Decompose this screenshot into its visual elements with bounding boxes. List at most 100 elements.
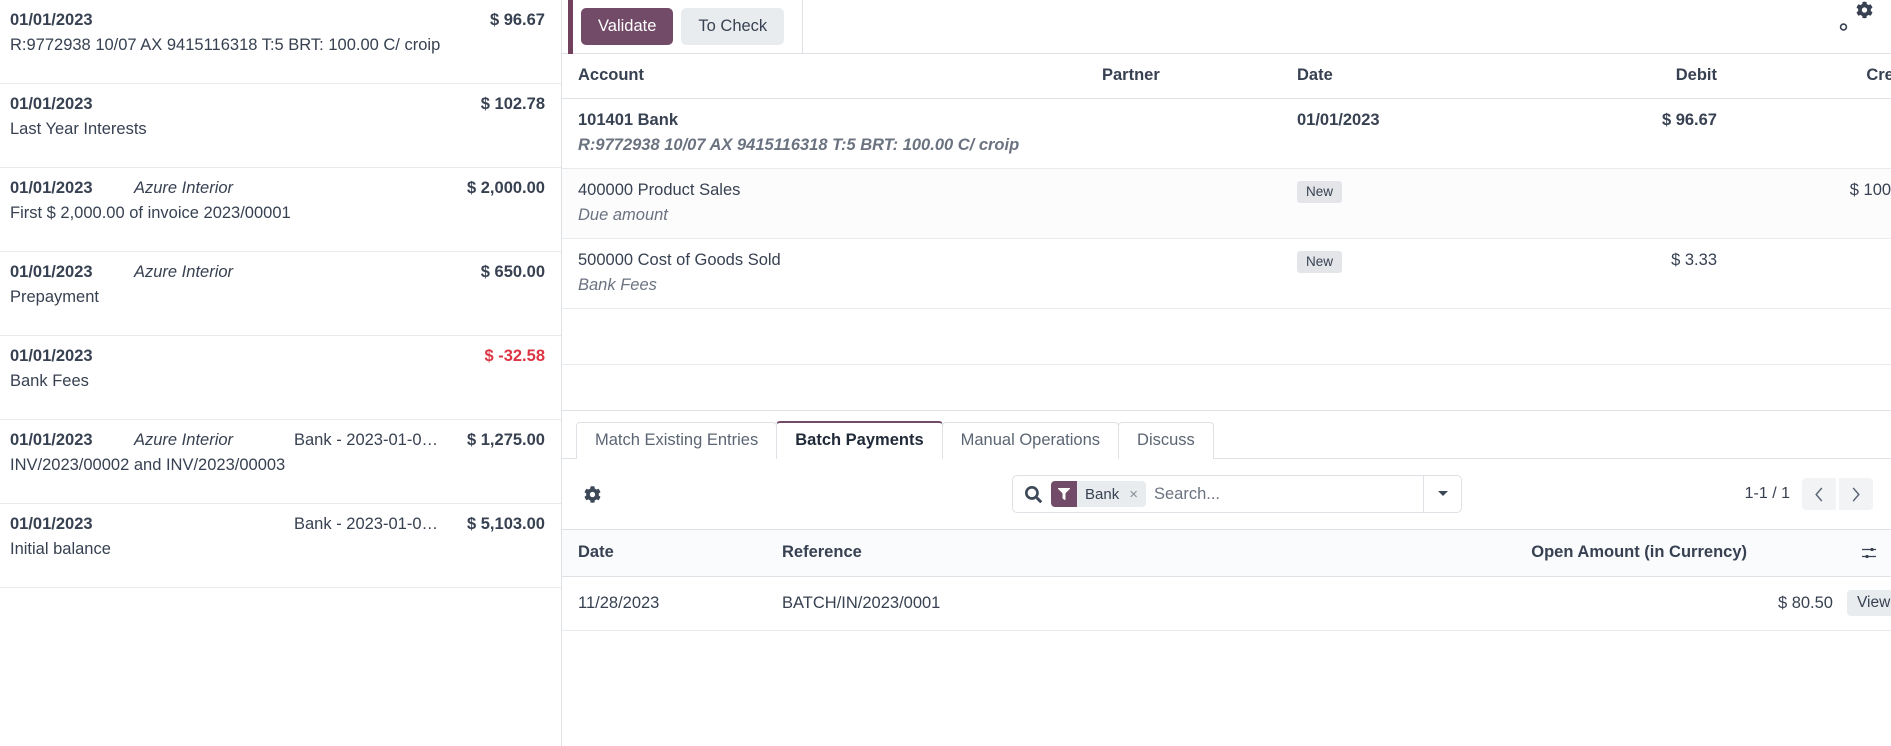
statement-line-partner: Azure Interior <box>134 179 234 197</box>
tab-batch-payments[interactable]: Batch Payments <box>776 421 943 459</box>
gear-icon[interactable] <box>1835 1 1873 35</box>
reconciliation-screen: 01/01/2023 $ 96.67 R:9772938 10/07 AX 9415… <box>0 0 1891 746</box>
journal-table-empty-space <box>562 309 1891 365</box>
statement-line-amount: $ -32.58 <box>484 347 545 365</box>
pager-count: 1-1 / 1 <box>1744 485 1790 502</box>
batch-payment-row[interactable]: 11/28/2023 BATCH/IN/2023/0001 $ 80.50 View <box>562 576 1891 631</box>
header-partner: Partner <box>1102 54 1297 99</box>
statement-line-amount: $ 5,103.00 <box>467 515 545 533</box>
statement-line-date: 01/01/2023 <box>10 263 93 281</box>
statement-line[interactable]: 01/01/2023 Azure Interior $ 650.00 Prepayme… <box>0 252 561 336</box>
journal-entry-account[interactable]: 400000 Product Sales Due amount <box>562 168 1102 239</box>
close-icon[interactable]: × <box>1127 481 1146 507</box>
journal-entry-partner[interactable] <box>1102 168 1297 239</box>
view-button[interactable]: View <box>1847 590 1891 616</box>
column-options-icon[interactable] <box>1847 529 1891 577</box>
tab-discuss[interactable]: Discuss <box>1118 422 1214 459</box>
status-badge: New <box>1297 251 1343 274</box>
tab-match-existing-entries[interactable]: Match Existing Entries <box>576 422 778 459</box>
reconciliation-toolbar: Validate To Check <box>562 0 1891 54</box>
statement-line[interactable]: 01/01/2023 Bank - 2023-01-0… $ 5,103.00 Ini… <box>0 504 561 588</box>
journal-entry-date-cell[interactable]: New <box>1297 238 1517 309</box>
batch-date: 11/28/2023 <box>562 576 782 631</box>
journal-entry-account[interactable]: 101401 Bank R:9772938 10/07 AX 9415116318… <box>562 98 1102 169</box>
statement-line-label: INV/2023/00002 and INV/2023/00003 <box>10 456 286 474</box>
journal-entry-row[interactable]: 400000 Product Sales Due amount New $ 100.0… <box>562 168 1891 239</box>
journal-entry-partner[interactable] <box>1102 238 1297 309</box>
batch-search-row: Bank × 1-1 / 1 <box>562 459 1891 529</box>
search-facet-bank[interactable]: Bank × <box>1051 481 1146 507</box>
statement-line-date: 01/01/2023 <box>10 431 93 449</box>
search-input[interactable] <box>1153 476 1423 512</box>
statement-line-date: 01/01/2023 <box>10 11 93 29</box>
batch-view-cell[interactable]: View <box>1847 576 1891 631</box>
journal-entry-debit[interactable]: $ 3.33 <box>1517 238 1717 309</box>
statement-line-amount: $ 2,000.00 <box>467 179 545 197</box>
journal-entry-date-cell[interactable]: New <box>1297 168 1517 239</box>
statement-line-list: 01/01/2023 $ 96.67 R:9772938 10/07 AX 9415… <box>0 0 561 588</box>
statement-line-journal: Bank - 2023-01-0… <box>294 515 438 533</box>
journal-table-empty-space-2 <box>562 365 1891 411</box>
statement-line-label: R:9772938 10/07 AX 9415116318 T:5 BRT: 1… <box>10 36 441 54</box>
statement-list-filler <box>0 588 561 746</box>
statement-line[interactable]: 01/01/2023 Azure Interior $ 2,000.00 First … <box>0 168 561 252</box>
active-line-indicator <box>568 0 573 54</box>
statement-line-date: 01/01/2023 <box>10 515 93 533</box>
to-check-button[interactable]: To Check <box>681 8 785 45</box>
journal-entry-table: Account Partner Date Debit Credit 101401… <box>562 54 1891 309</box>
batch-table-header-row: Date Reference Open Amount (in Currency) <box>562 529 1891 577</box>
journal-entry-row[interactable]: 101401 Bank R:9772938 10/07 AX 9415116318… <box>562 98 1891 169</box>
toolbar-divider <box>802 0 804 54</box>
pager: 1-1 / 1 <box>1745 478 1873 510</box>
journal-entry-date: 01/01/2023 <box>1297 111 1380 129</box>
batch-open-amount: $ 80.50 <box>1482 576 1847 631</box>
statement-line-label: Initial balance <box>10 540 111 558</box>
chevron-left-icon[interactable] <box>1802 478 1836 510</box>
statement-line-label: First $ 2,000.00 of invoice 2023/00001 <box>10 204 291 222</box>
tab-manual-operations[interactable]: Manual Operations <box>941 422 1120 459</box>
journal-entry-label: R:9772938 10/07 AX 9415116318 T:5 BRT: 1… <box>578 136 1020 154</box>
statement-line-amount: $ 96.67 <box>489 11 545 29</box>
journal-entry-partner[interactable] <box>1102 98 1297 169</box>
search-facet-label: Bank <box>1077 481 1128 507</box>
header-batch-date: Date <box>562 529 782 577</box>
chevron-right-icon[interactable] <box>1839 478 1873 510</box>
statement-line[interactable]: 01/01/2023 Azure Interior Bank - 2023-01-0… <box>0 420 561 504</box>
statement-line-partner: Azure Interior <box>134 263 234 281</box>
journal-entry-debit[interactable]: $ 96.67 <box>1517 98 1717 169</box>
journal-entry-credit[interactable]: $ 100.00 <box>1717 168 1891 239</box>
journal-entry-credit[interactable] <box>1717 98 1891 169</box>
search-icon <box>1013 485 1051 503</box>
chevron-down-icon[interactable] <box>1423 476 1461 512</box>
journal-table-body: 101401 Bank R:9772938 10/07 AX 9415116318… <box>562 98 1891 309</box>
statement-line[interactable]: 01/01/2023 $ 102.78 Last Year Interests <box>0 84 561 168</box>
statement-line[interactable]: 01/01/2023 $ 96.67 R:9772938 10/07 AX 9415… <box>0 0 561 84</box>
statement-line[interactable]: 01/01/2023 $ -32.58 Bank Fees <box>0 336 561 420</box>
header-debit: Debit <box>1517 54 1717 99</box>
journal-entry-account[interactable]: 500000 Cost of Goods Sold Bank Fees <box>562 238 1102 309</box>
journal-table-header-row: Account Partner Date Debit Credit <box>562 54 1891 99</box>
reconciliation-tabs: Match Existing Entries Batch Payments Manu… <box>562 411 1891 459</box>
header-batch-open-amount: Open Amount (in Currency) <box>1482 529 1847 577</box>
header-date: Date <box>1297 54 1517 99</box>
statement-line-date: 01/01/2023 <box>10 179 93 197</box>
journal-entry-row[interactable]: 500000 Cost of Goods Sold Bank Fees New $ 3… <box>562 238 1891 309</box>
header-credit: Credit <box>1717 54 1891 99</box>
journal-entry-label: Due amount <box>578 206 668 224</box>
journal-entry-label: Bank Fees <box>578 276 657 294</box>
gear-icon[interactable] <box>584 485 601 503</box>
statement-line-partner: Azure Interior <box>134 431 234 449</box>
statement-line-label: Prepayment <box>10 288 99 306</box>
journal-entry-date-cell[interactable]: 01/01/2023 <box>1297 98 1517 169</box>
journal-entry-debit[interactable] <box>1517 168 1717 239</box>
validate-button[interactable]: Validate <box>581 8 674 45</box>
search-box[interactable]: Bank × <box>1012 475 1462 513</box>
journal-entry-credit[interactable] <box>1717 238 1891 309</box>
batch-reference: BATCH/IN/2023/0001 <box>782 576 1482 631</box>
filter-icon <box>1051 481 1077 507</box>
statement-line-date: 01/01/2023 <box>10 347 93 365</box>
statement-line-label: Bank Fees <box>10 372 89 390</box>
bank-statement-lines-panel: 01/01/2023 $ 96.67 R:9772938 10/07 AX 9415… <box>0 0 562 746</box>
header-account: Account <box>562 54 1102 99</box>
batch-table-body: 11/28/2023 BATCH/IN/2023/0001 $ 80.50 View <box>562 576 1891 631</box>
